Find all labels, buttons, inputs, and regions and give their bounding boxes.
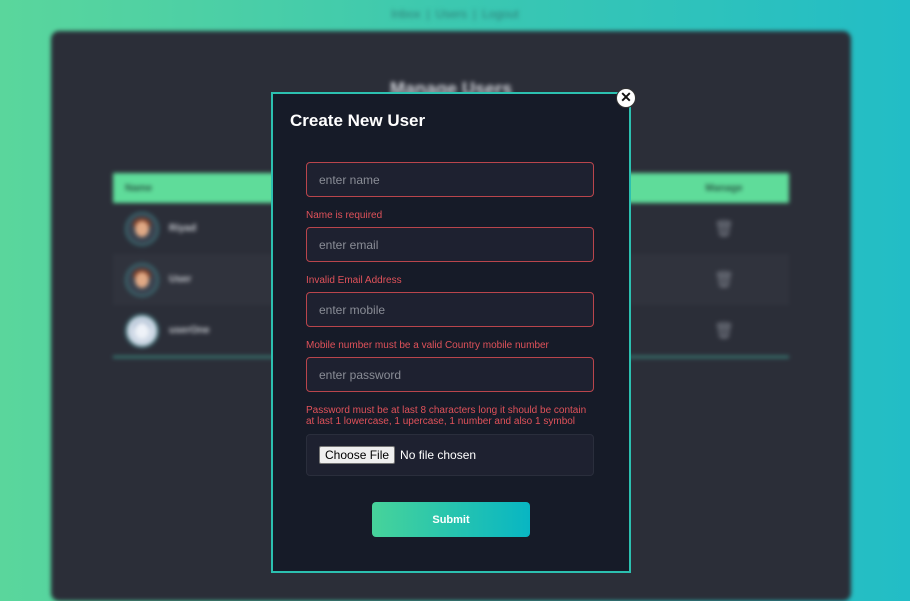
avatar bbox=[125, 211, 159, 246]
avatar bbox=[125, 313, 159, 348]
name-input[interactable] bbox=[306, 162, 594, 197]
top-nav: Inbox | Users | Logout bbox=[0, 7, 910, 21]
avatar bbox=[125, 262, 159, 297]
trash-icon[interactable]: 🗑 bbox=[659, 219, 789, 239]
nav-users-link[interactable]: Users bbox=[430, 7, 473, 21]
submit-button[interactable]: Submit bbox=[372, 502, 530, 537]
create-user-modal: Create New User ✕ Name is required Inval… bbox=[271, 88, 636, 573]
modal-title: Create New User bbox=[290, 111, 426, 130]
name-error: Name is required bbox=[306, 210, 383, 221]
file-status: No file chosen bbox=[400, 448, 477, 462]
email-error: Invalid Email Address bbox=[306, 275, 402, 286]
trash-icon[interactable]: 🗑 bbox=[659, 321, 789, 341]
email-input[interactable] bbox=[306, 227, 594, 262]
close-icon[interactable]: ✕ bbox=[616, 88, 636, 108]
nav-inbox-link[interactable]: Inbox bbox=[385, 7, 426, 21]
mobile-input[interactable] bbox=[306, 292, 594, 327]
column-manage-header: Manage bbox=[705, 182, 743, 194]
mobile-error: Mobile number must be a valid Country mo… bbox=[306, 340, 549, 351]
nav-logout-link[interactable]: Logout bbox=[476, 7, 525, 21]
file-upload-field: Choose File No file chosen bbox=[306, 434, 594, 476]
choose-file-button[interactable]: Choose File bbox=[319, 446, 396, 464]
password-input[interactable] bbox=[306, 357, 594, 392]
password-error: Password must be at last 8 characters lo… bbox=[306, 405, 587, 427]
trash-icon[interactable]: 🗑 bbox=[659, 270, 789, 290]
